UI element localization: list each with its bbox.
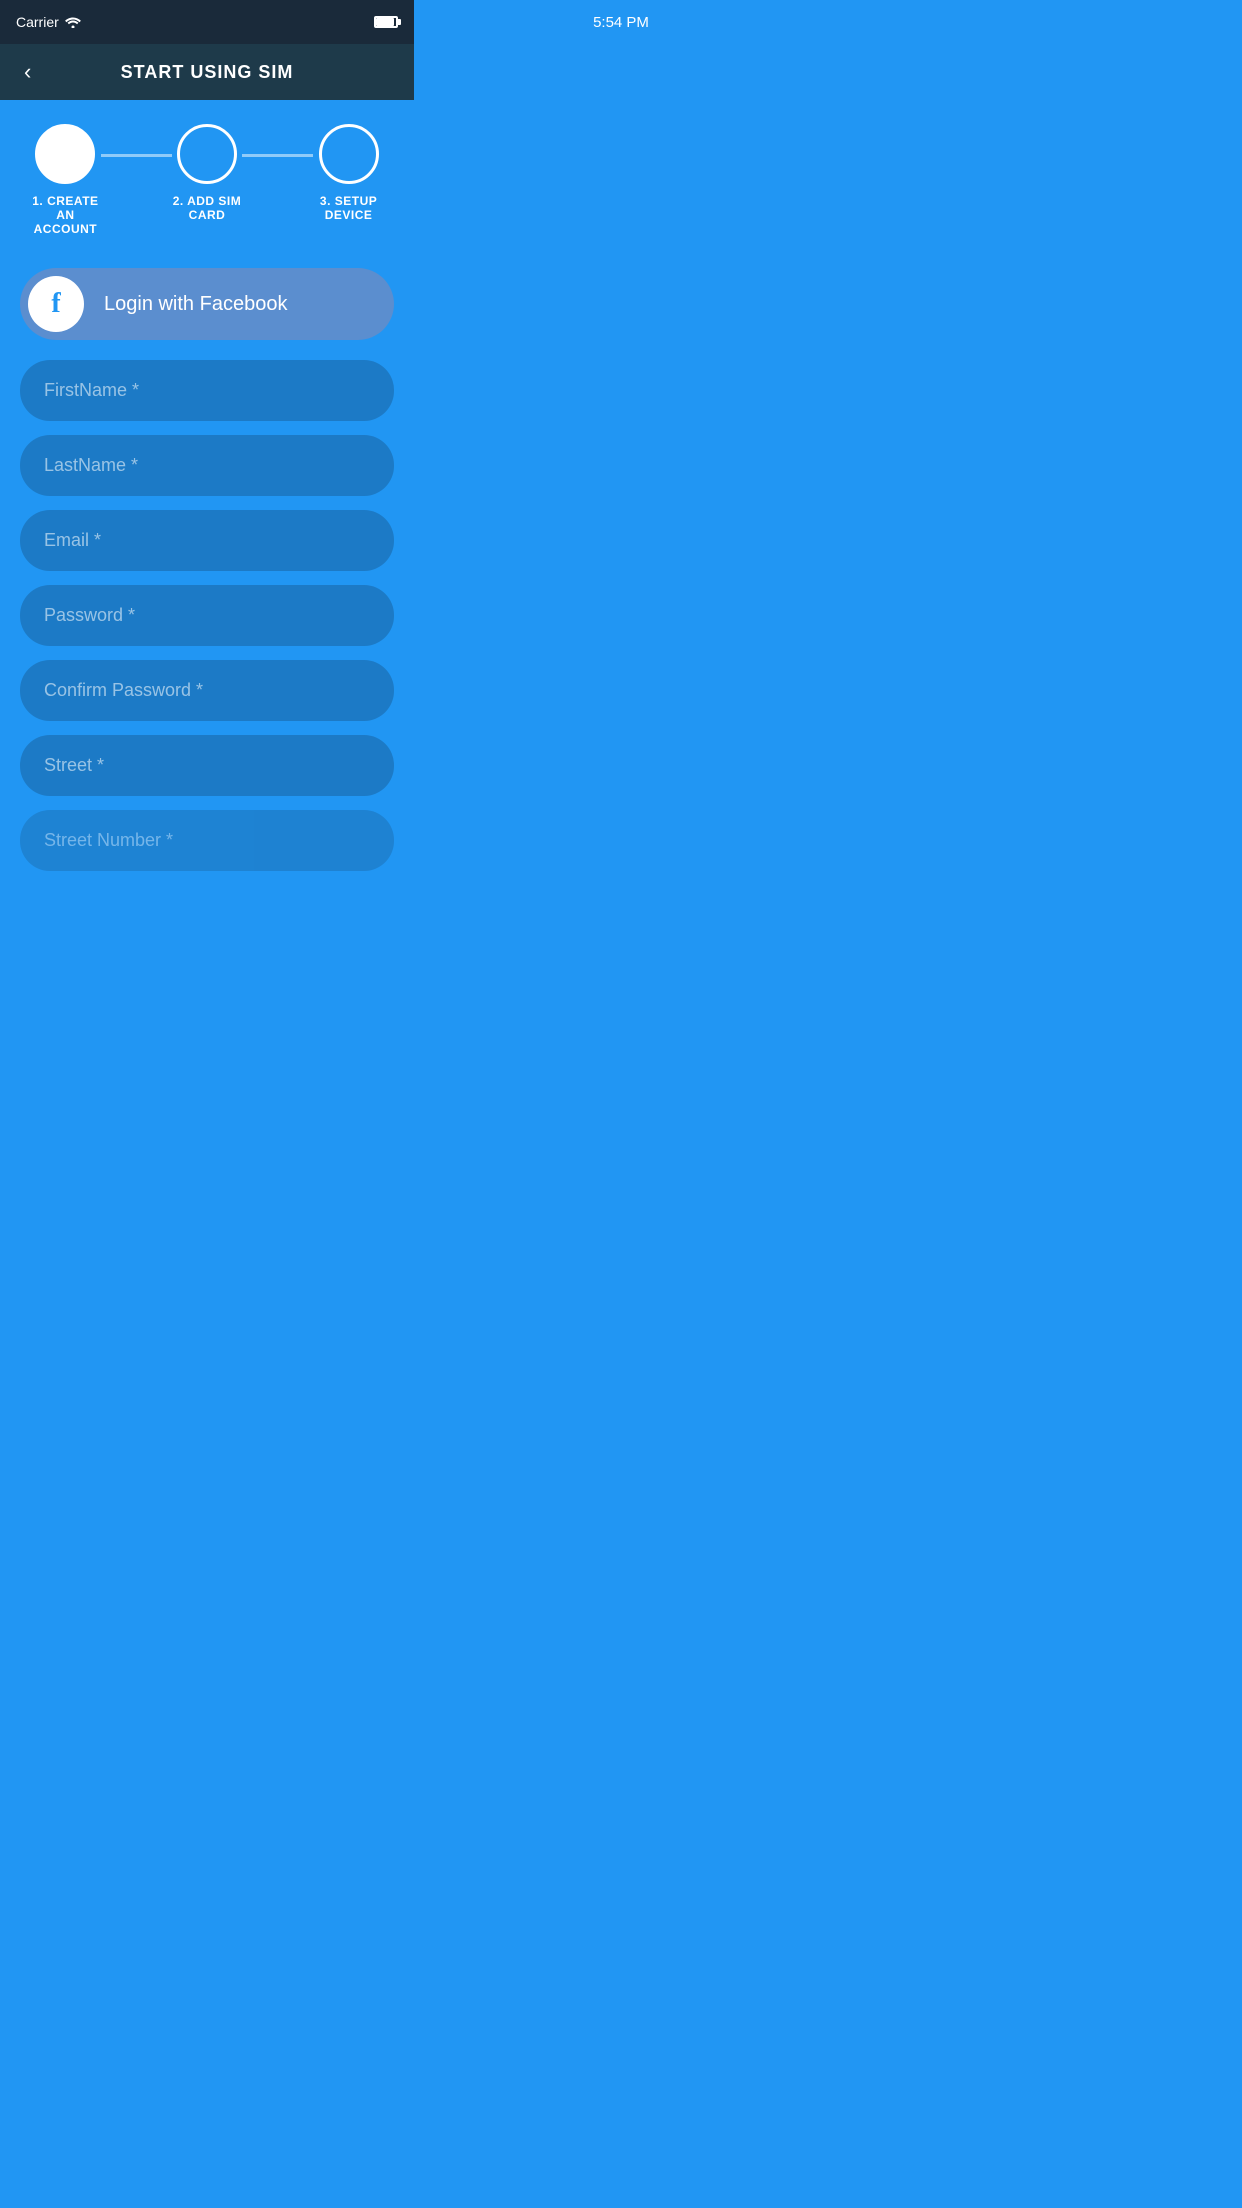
facebook-f-icon: f [51, 288, 60, 320]
status-right [374, 16, 398, 28]
password-input[interactable] [20, 585, 394, 646]
step-3-circle [319, 124, 379, 184]
step-1-label: 1. CREATE AN ACCOUNT [30, 194, 101, 236]
step-connector-1 [101, 154, 172, 157]
carrier-label: Carrier [16, 14, 59, 30]
step-2-label: 2. ADD SIM CARD [172, 194, 243, 222]
status-bar: Carrier 5:54 PM [0, 0, 414, 44]
step-1: 1. CREATE AN ACCOUNT [30, 124, 101, 236]
email-input[interactable] [20, 510, 394, 571]
step-1-circle [35, 124, 95, 184]
registration-form [20, 360, 394, 871]
battery-icon [374, 16, 398, 28]
main-content: 1. CREATE AN ACCOUNT 2. ADD SIM CARD 3. … [0, 100, 414, 895]
nav-title: START USING SIM [121, 62, 294, 83]
step-3: 3. SETUP DEVICE [313, 124, 384, 222]
status-left: Carrier [16, 14, 81, 30]
step-3-label: 3. SETUP DEVICE [313, 194, 384, 222]
nav-bar: ‹ START USING SIM [0, 44, 414, 100]
facebook-icon-circle: f [28, 276, 84, 332]
progress-stepper: 1. CREATE AN ACCOUNT 2. ADD SIM CARD 3. … [20, 124, 394, 236]
step-connector-2 [242, 154, 313, 157]
firstname-input[interactable] [20, 360, 394, 421]
back-button[interactable]: ‹ [20, 55, 35, 89]
lastname-input[interactable] [20, 435, 394, 496]
step-2-circle [177, 124, 237, 184]
confirm-password-input[interactable] [20, 660, 394, 721]
street-input[interactable] [20, 735, 394, 796]
step-2: 2. ADD SIM CARD [172, 124, 243, 222]
wifi-icon [65, 16, 81, 28]
facebook-login-label: Login with Facebook [104, 293, 287, 316]
street-number-input[interactable] [20, 810, 394, 871]
facebook-login-button[interactable]: f Login with Facebook [20, 268, 394, 340]
battery-fill [376, 18, 394, 26]
status-time: 5:54 PM [593, 14, 649, 31]
